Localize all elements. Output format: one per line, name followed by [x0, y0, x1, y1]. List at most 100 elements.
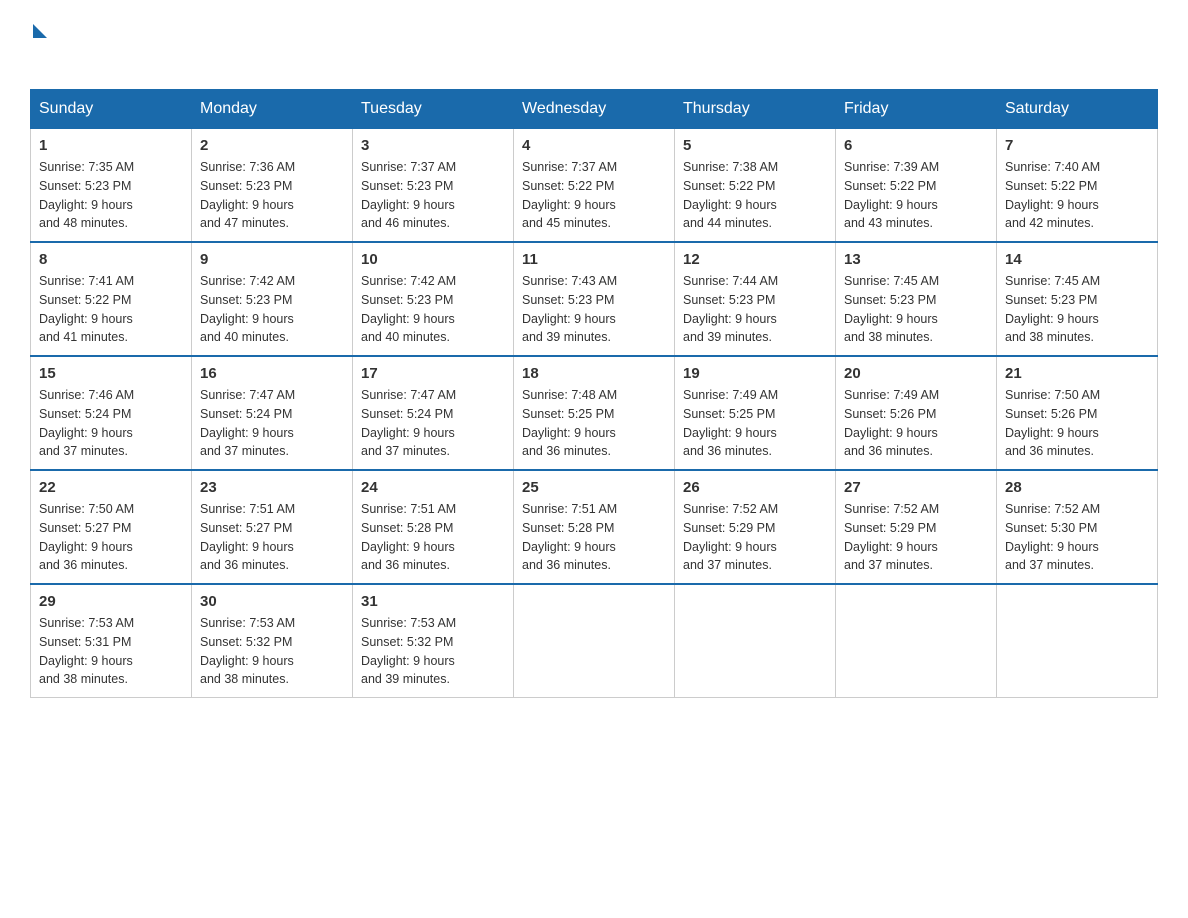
- calendar-cell: 22 Sunrise: 7:50 AMSunset: 5:27 PMDaylig…: [31, 470, 192, 584]
- calendar-cell: 17 Sunrise: 7:47 AMSunset: 5:24 PMDaylig…: [353, 356, 514, 470]
- day-number: 8: [39, 251, 183, 268]
- day-number: 9: [200, 251, 344, 268]
- calendar-cell: 19 Sunrise: 7:49 AMSunset: 5:25 PMDaylig…: [675, 356, 836, 470]
- day-info: Sunrise: 7:50 AMSunset: 5:27 PMDaylight:…: [39, 500, 183, 575]
- day-number: 23: [200, 479, 344, 496]
- calendar-cell: 14 Sunrise: 7:45 AMSunset: 5:23 PMDaylig…: [997, 242, 1158, 356]
- day-info: Sunrise: 7:43 AMSunset: 5:23 PMDaylight:…: [522, 272, 666, 347]
- day-info: Sunrise: 7:42 AMSunset: 5:23 PMDaylight:…: [361, 272, 505, 347]
- day-info: Sunrise: 7:40 AMSunset: 5:22 PMDaylight:…: [1005, 158, 1149, 233]
- column-header-thursday: Thursday: [675, 90, 836, 129]
- day-number: 27: [844, 479, 988, 496]
- calendar-cell: 2 Sunrise: 7:36 AMSunset: 5:23 PMDayligh…: [192, 129, 353, 243]
- day-info: Sunrise: 7:44 AMSunset: 5:23 PMDaylight:…: [683, 272, 827, 347]
- calendar-table: SundayMondayTuesdayWednesdayThursdayFrid…: [30, 89, 1158, 698]
- day-number: 22: [39, 479, 183, 496]
- day-info: Sunrise: 7:37 AMSunset: 5:22 PMDaylight:…: [522, 158, 666, 233]
- day-info: Sunrise: 7:51 AMSunset: 5:27 PMDaylight:…: [200, 500, 344, 575]
- day-info: Sunrise: 7:52 AMSunset: 5:29 PMDaylight:…: [683, 500, 827, 575]
- day-info: Sunrise: 7:37 AMSunset: 5:23 PMDaylight:…: [361, 158, 505, 233]
- day-number: 14: [1005, 251, 1149, 268]
- calendar-header-row: SundayMondayTuesdayWednesdayThursdayFrid…: [31, 90, 1158, 129]
- day-info: Sunrise: 7:48 AMSunset: 5:25 PMDaylight:…: [522, 386, 666, 461]
- day-number: 11: [522, 251, 666, 268]
- column-header-tuesday: Tuesday: [353, 90, 514, 129]
- column-header-sunday: Sunday: [31, 90, 192, 129]
- calendar-cell: 18 Sunrise: 7:48 AMSunset: 5:25 PMDaylig…: [514, 356, 675, 470]
- day-number: 2: [200, 137, 344, 154]
- day-info: Sunrise: 7:36 AMSunset: 5:23 PMDaylight:…: [200, 158, 344, 233]
- day-number: 3: [361, 137, 505, 154]
- day-number: 1: [39, 137, 183, 154]
- calendar-cell: 30 Sunrise: 7:53 AMSunset: 5:32 PMDaylig…: [192, 584, 353, 698]
- day-info: Sunrise: 7:51 AMSunset: 5:28 PMDaylight:…: [361, 500, 505, 575]
- day-info: Sunrise: 7:35 AMSunset: 5:23 PMDaylight:…: [39, 158, 183, 233]
- calendar-cell: 31 Sunrise: 7:53 AMSunset: 5:32 PMDaylig…: [353, 584, 514, 698]
- column-header-monday: Monday: [192, 90, 353, 129]
- day-info: Sunrise: 7:52 AMSunset: 5:29 PMDaylight:…: [844, 500, 988, 575]
- day-number: 29: [39, 593, 183, 610]
- calendar-body: 1 Sunrise: 7:35 AMSunset: 5:23 PMDayligh…: [31, 129, 1158, 698]
- day-number: 5: [683, 137, 827, 154]
- day-info: Sunrise: 7:42 AMSunset: 5:23 PMDaylight:…: [200, 272, 344, 347]
- calendar-cell: [514, 584, 675, 698]
- calendar-cell: 9 Sunrise: 7:42 AMSunset: 5:23 PMDayligh…: [192, 242, 353, 356]
- day-number: 28: [1005, 479, 1149, 496]
- day-number: 12: [683, 251, 827, 268]
- calendar-week-row: 22 Sunrise: 7:50 AMSunset: 5:27 PMDaylig…: [31, 470, 1158, 584]
- day-info: Sunrise: 7:49 AMSunset: 5:25 PMDaylight:…: [683, 386, 827, 461]
- day-number: 6: [844, 137, 988, 154]
- column-header-wednesday: Wednesday: [514, 90, 675, 129]
- calendar-cell: [836, 584, 997, 698]
- day-info: Sunrise: 7:41 AMSunset: 5:22 PMDaylight:…: [39, 272, 183, 347]
- day-number: 17: [361, 365, 505, 382]
- day-info: Sunrise: 7:53 AMSunset: 5:31 PMDaylight:…: [39, 614, 183, 689]
- day-number: 16: [200, 365, 344, 382]
- day-number: 7: [1005, 137, 1149, 154]
- day-info: Sunrise: 7:38 AMSunset: 5:22 PMDaylight:…: [683, 158, 827, 233]
- day-number: 13: [844, 251, 988, 268]
- calendar-cell: 20 Sunrise: 7:49 AMSunset: 5:26 PMDaylig…: [836, 356, 997, 470]
- day-number: 21: [1005, 365, 1149, 382]
- day-number: 25: [522, 479, 666, 496]
- calendar-week-row: 8 Sunrise: 7:41 AMSunset: 5:22 PMDayligh…: [31, 242, 1158, 356]
- calendar-cell: 11 Sunrise: 7:43 AMSunset: 5:23 PMDaylig…: [514, 242, 675, 356]
- calendar-cell: 5 Sunrise: 7:38 AMSunset: 5:22 PMDayligh…: [675, 129, 836, 243]
- calendar-cell: [675, 584, 836, 698]
- calendar-cell: 23 Sunrise: 7:51 AMSunset: 5:27 PMDaylig…: [192, 470, 353, 584]
- day-info: Sunrise: 7:51 AMSunset: 5:28 PMDaylight:…: [522, 500, 666, 575]
- calendar-cell: [997, 584, 1158, 698]
- calendar-cell: 1 Sunrise: 7:35 AMSunset: 5:23 PMDayligh…: [31, 129, 192, 243]
- day-number: 30: [200, 593, 344, 610]
- day-info: Sunrise: 7:45 AMSunset: 5:23 PMDaylight:…: [1005, 272, 1149, 347]
- calendar-cell: 24 Sunrise: 7:51 AMSunset: 5:28 PMDaylig…: [353, 470, 514, 584]
- day-info: Sunrise: 7:53 AMSunset: 5:32 PMDaylight:…: [200, 614, 344, 689]
- calendar-week-row: 1 Sunrise: 7:35 AMSunset: 5:23 PMDayligh…: [31, 129, 1158, 243]
- day-number: 19: [683, 365, 827, 382]
- day-number: 10: [361, 251, 505, 268]
- day-info: Sunrise: 7:52 AMSunset: 5:30 PMDaylight:…: [1005, 500, 1149, 575]
- day-info: Sunrise: 7:47 AMSunset: 5:24 PMDaylight:…: [200, 386, 344, 461]
- day-number: 15: [39, 365, 183, 382]
- calendar-cell: 27 Sunrise: 7:52 AMSunset: 5:29 PMDaylig…: [836, 470, 997, 584]
- day-info: Sunrise: 7:53 AMSunset: 5:32 PMDaylight:…: [361, 614, 505, 689]
- calendar-cell: 6 Sunrise: 7:39 AMSunset: 5:22 PMDayligh…: [836, 129, 997, 243]
- logo: [30, 20, 47, 69]
- column-header-saturday: Saturday: [997, 90, 1158, 129]
- calendar-week-row: 29 Sunrise: 7:53 AMSunset: 5:31 PMDaylig…: [31, 584, 1158, 698]
- day-info: Sunrise: 7:45 AMSunset: 5:23 PMDaylight:…: [844, 272, 988, 347]
- calendar-cell: 3 Sunrise: 7:37 AMSunset: 5:23 PMDayligh…: [353, 129, 514, 243]
- calendar-week-row: 15 Sunrise: 7:46 AMSunset: 5:24 PMDaylig…: [31, 356, 1158, 470]
- day-number: 4: [522, 137, 666, 154]
- calendar-cell: 29 Sunrise: 7:53 AMSunset: 5:31 PMDaylig…: [31, 584, 192, 698]
- calendar-cell: 13 Sunrise: 7:45 AMSunset: 5:23 PMDaylig…: [836, 242, 997, 356]
- calendar-cell: 28 Sunrise: 7:52 AMSunset: 5:30 PMDaylig…: [997, 470, 1158, 584]
- day-number: 20: [844, 365, 988, 382]
- calendar-cell: 25 Sunrise: 7:51 AMSunset: 5:28 PMDaylig…: [514, 470, 675, 584]
- calendar-cell: 8 Sunrise: 7:41 AMSunset: 5:22 PMDayligh…: [31, 242, 192, 356]
- day-number: 26: [683, 479, 827, 496]
- day-number: 24: [361, 479, 505, 496]
- day-info: Sunrise: 7:50 AMSunset: 5:26 PMDaylight:…: [1005, 386, 1149, 461]
- logo-arrow-icon: [33, 24, 47, 38]
- column-header-friday: Friday: [836, 90, 997, 129]
